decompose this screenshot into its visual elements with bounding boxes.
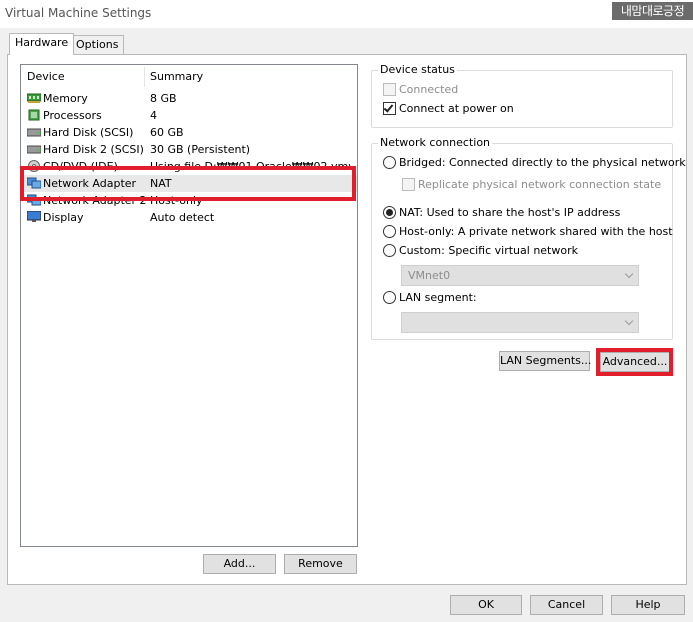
device-summary: 30 GB (Persistent): [150, 143, 251, 156]
window-title: Virtual Machine Settings: [5, 6, 152, 20]
replicate-checkbox[interactable]: [402, 178, 415, 191]
custom-label: Custom: Specific virtual network: [399, 244, 578, 257]
device-name: Memory: [43, 92, 88, 105]
nat-label: NAT: Used to share the host's IP address: [399, 206, 621, 219]
device-status-group: Device status: [371, 63, 673, 128]
watermark-label: 내맘대로긍정: [612, 2, 693, 20]
bridged-radio[interactable]: [383, 156, 396, 169]
custom-radio[interactable]: [383, 244, 396, 257]
device-summary: 4: [150, 109, 157, 122]
device-list[interactable]: Device Summary Memory 8 GB Processors 4 …: [20, 64, 358, 547]
lan-segment-dropdown[interactable]: [401, 312, 639, 333]
chevron-down-icon: [624, 316, 634, 326]
device-name: Hard Disk 2 (SCSI): [43, 143, 144, 156]
device-summary: 8 GB: [150, 92, 177, 105]
tab-hardware[interactable]: Hardware: [9, 33, 75, 55]
chevron-down-icon: [624, 269, 634, 279]
processor-icon: [28, 109, 40, 121]
device-row-hard-disk-2[interactable]: Hard Disk 2 (SCSI) 30 GB (Persistent): [21, 141, 357, 158]
hard-disk-icon: [27, 145, 41, 154]
column-divider[interactable]: [144, 67, 145, 87]
connect-power-checkbox[interactable]: [383, 102, 396, 115]
custom-network-dropdown[interactable]: VMnet0: [401, 265, 639, 286]
lan-segment-radio[interactable]: [383, 291, 396, 304]
host-only-radio[interactable]: [383, 225, 396, 238]
title-bar: Virtual Machine Settings: [0, 0, 693, 28]
device-summary: 60 GB: [150, 126, 184, 139]
nat-radio[interactable]: [383, 206, 396, 219]
device-row-processors[interactable]: Processors 4: [21, 107, 357, 124]
ok-button[interactable]: OK: [450, 595, 522, 615]
device-name: Processors: [43, 109, 102, 122]
remove-button[interactable]: Remove: [284, 554, 357, 574]
device-row-hard-disk[interactable]: Hard Disk (SCSI) 60 GB: [21, 124, 357, 141]
highlight-box-advanced: [596, 348, 673, 376]
lan-segments-button[interactable]: LAN Segments...: [499, 351, 591, 371]
host-only-label: Host-only: A private network shared with…: [399, 225, 673, 238]
connected-checkbox[interactable]: [383, 83, 396, 96]
column-header-summary[interactable]: Summary: [150, 65, 203, 89]
hard-disk-icon: [27, 128, 41, 137]
memory-icon: [27, 93, 41, 103]
checkmark-icon: [383, 102, 394, 113]
device-name: Hard Disk (SCSI): [43, 126, 134, 139]
lan-segment-label: LAN segment:: [399, 291, 477, 304]
column-header-device[interactable]: Device: [27, 65, 65, 89]
cancel-button[interactable]: Cancel: [530, 595, 603, 615]
device-status-label: Device status: [378, 63, 457, 77]
device-row-memory[interactable]: Memory 8 GB: [21, 90, 357, 107]
radio-selected-dot: [386, 209, 393, 216]
tab-options[interactable]: Options: [70, 35, 125, 55]
add-button[interactable]: Add...: [203, 554, 276, 574]
connected-label: Connected: [399, 83, 459, 96]
replicate-label: Replicate physical network connection st…: [418, 178, 662, 191]
network-connection-group: Network connection: [371, 136, 673, 340]
bridged-label: Bridged: Connected directly to the physi…: [399, 156, 686, 169]
network-connection-label: Network connection: [378, 136, 493, 150]
device-row-display[interactable]: Display Auto detect: [21, 209, 357, 226]
help-button[interactable]: Help: [611, 595, 685, 615]
custom-network-value: VMnet0: [408, 269, 451, 282]
display-icon: [27, 211, 41, 222]
device-name: Display: [43, 211, 84, 224]
device-summary: Auto detect: [150, 211, 215, 224]
highlight-box-network-adapter: [20, 166, 356, 201]
connect-power-label: Connect at power on: [399, 102, 514, 115]
